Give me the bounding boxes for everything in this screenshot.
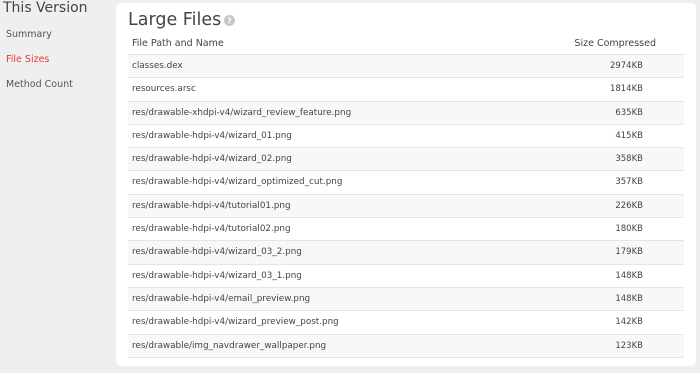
table-row: res/drawable-hdpi-v4/wizard_01.png 415KB — [128, 124, 684, 149]
file-size-cell: 415KB — [615, 130, 643, 141]
file-size-cell: 1814KB — [609, 84, 643, 95]
table-row: res/drawable-hdpi-v4/email_preview.png 1… — [128, 287, 684, 312]
sidebar-item-method-count[interactable]: Method Count — [6, 79, 73, 90]
svg-text:?: ? — [227, 16, 232, 25]
table-row: res/drawable-hdpi-v4/wizard_03_1.png 148… — [128, 264, 684, 288]
table-row: res/drawable/img_navdrawer_wallpaper.png… — [128, 334, 684, 358]
file-path-cell: res/drawable-xhdpi-v4/wizard_review_feat… — [132, 107, 352, 118]
help-circle-icon[interactable]: ? — [224, 15, 235, 26]
file-path-cell: res/drawable-hdpi-v4/wizard_preview_post… — [132, 317, 339, 328]
file-path-cell: res/drawable-hdpi-v4/wizard_03_2.png — [132, 247, 302, 258]
file-size-cell: 148KB — [615, 270, 643, 281]
sidebar: This Version Summary File Sizes Method C… — [0, 0, 110, 373]
sidebar-title: This Version — [3, 0, 88, 16]
file-path-cell: res/drawable-hdpi-v4/wizard_optimized_cu… — [132, 177, 343, 188]
table-row: res/drawable-hdpi-v4/wizard_optimized_cu… — [128, 171, 684, 195]
table-header: File Path and Name Size Compressed — [128, 33, 684, 55]
file-size-cell: 2974KB — [609, 61, 643, 71]
table-row: res/drawable-hdpi-v4/wizard_preview_post… — [128, 311, 684, 335]
table-row: res/drawable-hdpi-v4/tutorial01.png 226K… — [128, 194, 684, 219]
large-files-card: Large Files ? File Path and Name Size Co… — [116, 3, 696, 366]
file-path-cell: res/drawable-hdpi-v4/wizard_01.png — [132, 130, 292, 141]
table-row: res/drawable-hdpi-v4/wizard_02.png 358KB — [128, 148, 684, 172]
file-size-cell: 179KB — [615, 247, 643, 258]
file-path-cell: res/drawable-hdpi-v4/email_preview.png — [132, 293, 311, 304]
file-path-cell: res/drawable/img_navdrawer_wallpaper.png — [132, 340, 327, 351]
table-row: classes.dex 2974KB — [128, 55, 684, 79]
column-header-file-path: File Path and Name — [132, 38, 224, 49]
file-size-cell: 148KB — [615, 293, 643, 304]
sidebar-item-file-sizes[interactable]: File Sizes — [6, 54, 49, 65]
file-size-cell: 180KB — [615, 224, 643, 235]
large-files-table: File Path and Name Size Compressed class… — [128, 33, 684, 358]
table-row: resources.arsc 1814KB — [128, 78, 684, 102]
table-row: res/drawable-hdpi-v4/wizard_03_2.png 179… — [128, 241, 684, 265]
file-path-cell: res/drawable-hdpi-v4/tutorial02.png — [132, 224, 291, 235]
page-title: Large Files — [128, 10, 222, 30]
file-size-cell: 357KB — [615, 177, 643, 188]
file-size-cell: 142KB — [615, 317, 643, 328]
file-path-cell: resources.arsc — [132, 84, 196, 95]
file-size-cell: 635KB — [615, 107, 643, 118]
file-path-cell: classes.dex — [132, 61, 183, 71]
column-header-size: Size Compressed — [574, 38, 656, 49]
file-size-cell: 123KB — [615, 340, 643, 351]
table-row: res/drawable-xhdpi-v4/wizard_review_feat… — [128, 101, 684, 125]
file-path-cell: res/drawable-hdpi-v4/tutorial01.png — [132, 200, 291, 211]
table-body: classes.dex 2974KB resources.arsc 1814KB… — [128, 55, 684, 358]
file-size-cell: 358KB — [615, 154, 643, 165]
file-path-cell: res/drawable-hdpi-v4/wizard_03_1.png — [132, 270, 302, 281]
sidebar-item-summary[interactable]: Summary — [6, 29, 52, 40]
file-path-cell: res/drawable-hdpi-v4/wizard_02.png — [132, 154, 292, 165]
table-row: res/drawable-hdpi-v4/tutorial02.png 180K… — [128, 218, 684, 242]
file-size-cell: 226KB — [615, 200, 643, 211]
